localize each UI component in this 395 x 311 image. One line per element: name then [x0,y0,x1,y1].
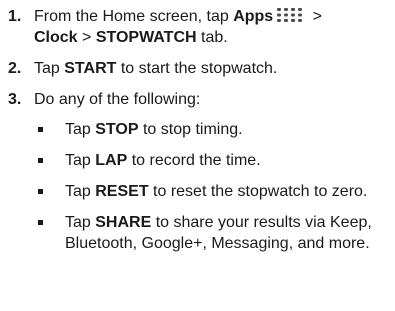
text-fragment: Tap [34,60,65,77]
list-item: Tap LAP to record the time. [0,150,395,171]
list-item: Tap STOP to stop timing. [0,119,395,140]
bullet-square-icon [38,220,43,225]
text-fragment: tab. [196,29,228,46]
text-fragment: Tap [65,121,96,138]
share-keyword: SHARE [95,214,152,231]
text-fragment: Tap [65,152,96,169]
instruction-document: 1. From the Home screen, tap Apps > Cloc… [0,0,395,254]
stop-keyword: STOP [95,121,139,138]
stopwatch-keyword: STOPWATCH [95,29,197,46]
list-item: Tap RESET to reset the stopwatch to zero… [0,181,395,202]
step-number: 3. [8,91,22,108]
step-text: Tap START to start the stopwatch. [34,60,277,77]
step-text: From the Home screen, tap Apps > Clock >… [34,8,322,46]
bullet-square-icon [38,158,43,163]
reset-keyword: RESET [95,183,149,200]
lap-keyword: LAP [95,152,128,169]
bullet-list: Tap STOP to stop timing. Tap LAP to reco… [0,119,395,254]
text-fragment: From the Home screen, tap [34,8,234,25]
step-number: 1. [8,8,22,25]
list-item: Tap SHARE to share your results via Keep… [0,212,395,254]
step-text: Do any of the following: [34,91,201,108]
step-1: 1. From the Home screen, tap Apps > Cloc… [0,0,395,48]
clock-keyword: Clock [34,29,78,46]
text-fragment: to stop timing. [138,121,243,138]
step-3: 3. Do any of the following: [0,89,395,110]
step-number: 2. [8,60,22,77]
text-fragment: to start the stopwatch. [116,60,278,77]
bullet-square-icon [38,127,43,132]
step-2: 2. Tap START to start the stopwatch. [0,58,395,79]
apps-grid-icon [276,7,306,22]
text-fragment: > [77,29,96,46]
text-fragment: > [308,8,322,25]
text-fragment: to reset the stopwatch to zero. [148,183,368,200]
bullet-square-icon [38,189,43,194]
apps-keyword: Apps [233,8,274,25]
text-fragment: Tap [65,183,96,200]
text-fragment: Tap [65,214,96,231]
text-fragment: to record the time. [127,152,261,169]
start-keyword: START [64,60,117,77]
